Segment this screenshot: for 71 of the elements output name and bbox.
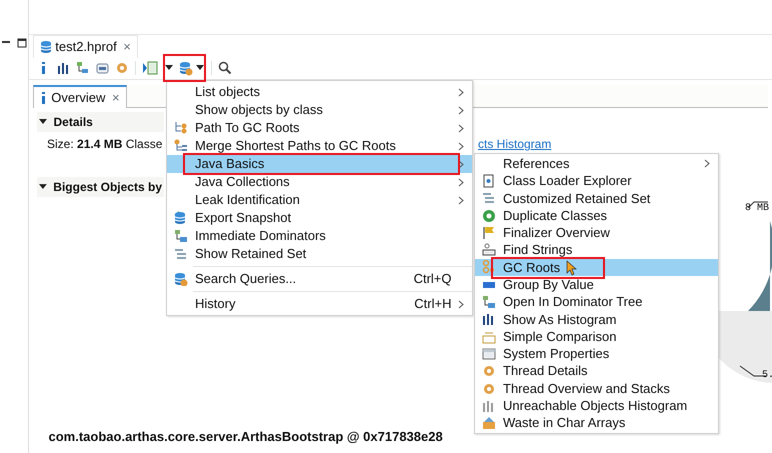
chart-label: 8 MB — [745, 202, 770, 216]
object-caption: com.taobao.arthas.core.server.ArthasBootstrap @ 0x717838e28 — [48, 428, 444, 446]
chevron-right-icon — [704, 159, 710, 168]
database-icon — [40, 40, 52, 54]
report-icon[interactable] — [142, 61, 158, 75]
size-text: Size: 21.4 MB Classe — [47, 136, 162, 154]
info-icon — [40, 90, 48, 104]
list-icon — [482, 191, 496, 206]
section-header[interactable]: Details — [37, 112, 164, 132]
flag-icon — [482, 226, 496, 240]
list-icon — [174, 247, 188, 261]
bar-chart-icon[interactable] — [56, 61, 70, 75]
cursor-icon — [566, 260, 578, 276]
dots-icon — [482, 260, 496, 274]
menu-item[interactable]: Leak Identification — [167, 191, 472, 209]
tree-icon[interactable] — [76, 61, 89, 75]
menu-item[interactable]: Export Snapshot — [167, 209, 472, 227]
menu-item[interactable]: History Ctrl+H — [167, 295, 472, 313]
tree-icon — [174, 229, 188, 243]
building-icon — [482, 416, 496, 430]
menu-item[interactable]: Duplicate Classes — [475, 206, 718, 224]
overview-tab[interactable]: Overview × — [33, 84, 127, 108]
menu-item[interactable]: Thread Overview and Stacks — [475, 380, 718, 398]
database-gear-icon — [179, 60, 193, 76]
menu-item[interactable]: Group By Value — [475, 276, 718, 294]
window-icon — [482, 346, 496, 361]
chart-label: 5. — [762, 369, 772, 383]
menu-item[interactable]: Show As Histogram — [475, 310, 718, 328]
tree-icon — [174, 139, 188, 153]
database-icon — [174, 211, 188, 225]
menu-item[interactable]: Unreachable Objects Histogram — [475, 397, 718, 414]
menu-item[interactable]: Immediate Dominators — [167, 227, 472, 245]
query-dropdown-button[interactable] — [179, 60, 204, 76]
histogram-link[interactable]: cts Histogram — [478, 135, 552, 154]
search-icon[interactable] — [218, 61, 232, 75]
bar-chart-icon — [482, 312, 496, 326]
menu-item[interactable]: Customized Retained Set — [475, 190, 718, 207]
caret-icon[interactable] — [164, 65, 172, 71]
menu-item[interactable]: System Properties — [475, 345, 718, 363]
menu-item[interactable]: Merge Shortest Paths to GC Roots — [167, 137, 472, 155]
tree-icon — [174, 121, 188, 135]
menu-item[interactable]: List objects — [167, 83, 472, 101]
close-tab-button[interactable]: × — [123, 37, 131, 56]
collapse-icon — [39, 119, 47, 125]
menu-item[interactable]: Open In Dominator Tree — [475, 293, 718, 311]
database-gear-icon — [174, 272, 188, 286]
maximize-icon[interactable] — [17, 38, 28, 48]
menu-item[interactable]: Thread Details — [475, 362, 718, 380]
close-tab-button[interactable]: × — [112, 88, 120, 107]
menu-item[interactable]: Show objects by class — [167, 101, 472, 119]
editor-tab[interactable]: test2.hprof × — [33, 35, 138, 58]
tree-icon — [482, 295, 496, 310]
menu-item[interactable]: Waste in Char Arrays — [475, 414, 718, 432]
menu-item[interactable]: Search Queries... Ctrl+Q — [167, 270, 472, 288]
menu-item[interactable]: Show Retained Set — [167, 245, 472, 263]
compare-icon — [482, 330, 496, 344]
menu-item[interactable]: Simple Comparison — [475, 328, 718, 346]
menu-item[interactable]: Java Collections — [167, 173, 472, 191]
menu-item[interactable]: Class Loader Explorer — [475, 172, 718, 190]
menu-item[interactable]: GC Roots — [475, 258, 718, 276]
collapse-icon — [39, 184, 47, 190]
menu-item[interactable]: Path To GC Roots — [167, 119, 472, 137]
menu-item[interactable]: References — [475, 155, 718, 172]
bar-chart-icon — [482, 398, 496, 413]
menu-item[interactable]: Finalizer Overview — [475, 224, 718, 242]
section-header[interactable]: Biggest Objects by — [37, 177, 164, 198]
chevron-right-icon — [458, 300, 464, 308]
circle-icon — [482, 208, 496, 223]
caret-icon — [196, 65, 204, 71]
menu-item[interactable]: Find Strings — [475, 241, 718, 259]
menu-item[interactable]: Java Basics — [167, 155, 472, 173]
